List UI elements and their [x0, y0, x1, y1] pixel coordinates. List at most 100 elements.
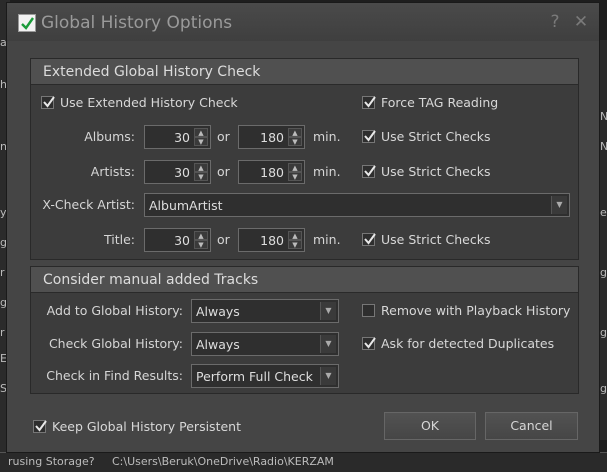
down-arrow-icon[interactable]: ▼ — [194, 240, 208, 249]
up-arrow-icon[interactable]: ▲ — [288, 231, 302, 240]
up-arrow-icon[interactable]: ▲ — [194, 128, 208, 137]
spinner-value: 180 — [260, 130, 284, 145]
spinner-arrows[interactable]: ▲ ▼ — [288, 163, 302, 181]
cancel-button[interactable]: Cancel — [485, 412, 578, 440]
chevron-down-icon[interactable]: ▼ — [320, 302, 336, 320]
manual-tracks-group: Consider manual added Tracks Add to Glob… — [30, 266, 579, 394]
down-arrow-icon[interactable]: ▼ — [288, 172, 302, 181]
spinner-arrows[interactable]: ▲ ▼ — [194, 163, 208, 181]
checkbox-label: Ask for detected Duplicates — [381, 336, 555, 351]
xcheck-artist-label: X-Check Artist: — [42, 197, 135, 212]
xcheck-artist-dropdown[interactable]: AlbumArtist ▼ — [144, 193, 570, 217]
bg-fragment: g — [600, 266, 607, 279]
checkbox-box[interactable] — [362, 337, 376, 350]
chevron-down-icon[interactable]: ▼ — [320, 367, 336, 385]
extended-history-group: Extended Global History Check Use Extend… — [30, 58, 579, 260]
title-strict-checkbox[interactable]: Use Strict Checks — [362, 232, 491, 247]
unit-label: min. — [313, 232, 341, 247]
up-arrow-icon[interactable]: ▲ — [288, 163, 302, 172]
or-label: or — [217, 232, 230, 247]
unit-label: min. — [313, 164, 341, 179]
checkbox-box[interactable] — [362, 96, 376, 109]
group-title: Extended Global History Check — [31, 59, 578, 85]
app-check-icon — [18, 14, 36, 32]
artists-label: Artists: — [90, 164, 135, 179]
titlebar[interactable]: Global History Options ? ✕ — [7, 3, 599, 41]
spinner-arrows[interactable]: ▲ ▼ — [194, 128, 208, 146]
bg-fragment: N — [600, 110, 607, 123]
title-max-spinner[interactable]: 180 ▲ ▼ — [238, 228, 305, 252]
albums-max-spinner[interactable]: 180 ▲ ▼ — [238, 125, 305, 149]
checkbox-box[interactable] — [362, 304, 375, 317]
spinner-value: 30 — [174, 233, 190, 248]
find-results-label: Check in Find Results: — [46, 368, 183, 383]
ask-duplicates-checkbox[interactable]: Ask for detected Duplicates — [362, 336, 554, 351]
unit-label: min. — [313, 129, 341, 144]
bg-fragment: r — [0, 326, 5, 339]
checkbox-box[interactable] — [362, 165, 376, 178]
checkbox-label: Remove with Playback History — [381, 303, 571, 318]
albums-label: Albums: — [84, 129, 135, 144]
chevron-down-icon[interactable]: ▼ — [551, 196, 567, 214]
bg-cell: C:\Users\Beruk\OneDrive\Radio\KERZAM — [112, 455, 334, 468]
up-arrow-icon[interactable]: ▲ — [288, 128, 302, 137]
artists-strict-checkbox[interactable]: Use Strict Checks — [362, 164, 491, 179]
checkbox-label: Keep Global History Persistent — [52, 419, 241, 434]
checkbox-box[interactable] — [362, 130, 376, 143]
bg-fragment: N — [600, 140, 607, 153]
help-icon[interactable]: ? — [545, 12, 565, 32]
bg-fragment: r — [0, 266, 5, 279]
remove-playback-checkbox[interactable]: Remove with Playback History — [362, 303, 570, 318]
window-title: Global History Options — [41, 13, 233, 33]
spinner-value: 30 — [174, 130, 190, 145]
check-global-dropdown[interactable]: Always ▼ — [191, 332, 339, 356]
or-label: or — [217, 129, 230, 144]
bg-fragment: g — [600, 326, 607, 339]
checkbox-label: Use Strict Checks — [381, 164, 491, 179]
down-arrow-icon[interactable]: ▼ — [194, 172, 208, 181]
albums-min-spinner[interactable]: 30 ▲ ▼ — [144, 125, 211, 149]
dropdown-value: Always — [196, 304, 240, 319]
use-extended-checkbox[interactable]: Use Extended History Check — [41, 95, 238, 110]
check-global-label: Check Global History: — [48, 336, 183, 351]
bg-fragment: g — [600, 382, 607, 395]
down-arrow-icon[interactable]: ▼ — [194, 137, 208, 146]
checkbox-box[interactable] — [41, 96, 55, 109]
chevron-down-icon[interactable]: ▼ — [320, 335, 336, 353]
down-arrow-icon[interactable]: ▼ — [288, 240, 302, 249]
checkbox-label: Use Strict Checks — [381, 129, 491, 144]
ok-button[interactable]: OK — [384, 412, 476, 440]
add-global-dropdown[interactable]: Always ▼ — [191, 299, 339, 323]
up-arrow-icon[interactable]: ▲ — [194, 231, 208, 240]
or-label: or — [217, 164, 230, 179]
checkbox-label: Use Strict Checks — [381, 232, 491, 247]
global-history-options-dialog: Global History Options ? ✕ Extended Glob… — [6, 2, 600, 453]
dropdown-value: Perform Full Check — [196, 369, 313, 384]
dropdown-value: AlbumArtist — [149, 198, 223, 213]
checkbox-box[interactable] — [362, 233, 376, 246]
checkbox-label: Use Extended History Check — [60, 95, 238, 110]
spinner-arrows[interactable]: ▲ ▼ — [288, 231, 302, 249]
close-icon[interactable]: ✕ — [571, 12, 591, 32]
force-tag-checkbox[interactable]: Force TAG Reading — [362, 95, 498, 110]
title-min-spinner[interactable]: 30 ▲ ▼ — [144, 228, 211, 252]
group-title: Consider manual added Tracks — [31, 267, 578, 293]
down-arrow-icon[interactable]: ▼ — [288, 137, 302, 146]
albums-strict-checkbox[interactable]: Use Strict Checks — [362, 129, 491, 144]
artists-max-spinner[interactable]: 180 ▲ ▼ — [238, 160, 305, 184]
dropdown-value: Always — [196, 337, 240, 352]
keep-persistent-checkbox[interactable]: Keep Global History Persistent — [33, 419, 241, 434]
up-arrow-icon[interactable]: ▲ — [194, 163, 208, 172]
checkbox-box[interactable] — [33, 420, 47, 433]
spinner-arrows[interactable]: ▲ ▼ — [194, 231, 208, 249]
artists-min-spinner[interactable]: 30 ▲ ▼ — [144, 160, 211, 184]
add-global-label: Add to Global History: — [46, 303, 183, 318]
spinner-value: 180 — [260, 165, 284, 180]
spinner-arrows[interactable]: ▲ ▼ — [288, 128, 302, 146]
background-app-status-row: rusing Storage? C:\Users\Beruk\OneDrive\… — [0, 452, 607, 472]
checkbox-label: Force TAG Reading — [381, 95, 499, 110]
spinner-value: 180 — [260, 233, 284, 248]
spinner-value: 30 — [174, 165, 190, 180]
find-results-dropdown[interactable]: Perform Full Check ▼ — [191, 364, 339, 388]
bg-cell: rusing Storage? — [8, 455, 95, 468]
